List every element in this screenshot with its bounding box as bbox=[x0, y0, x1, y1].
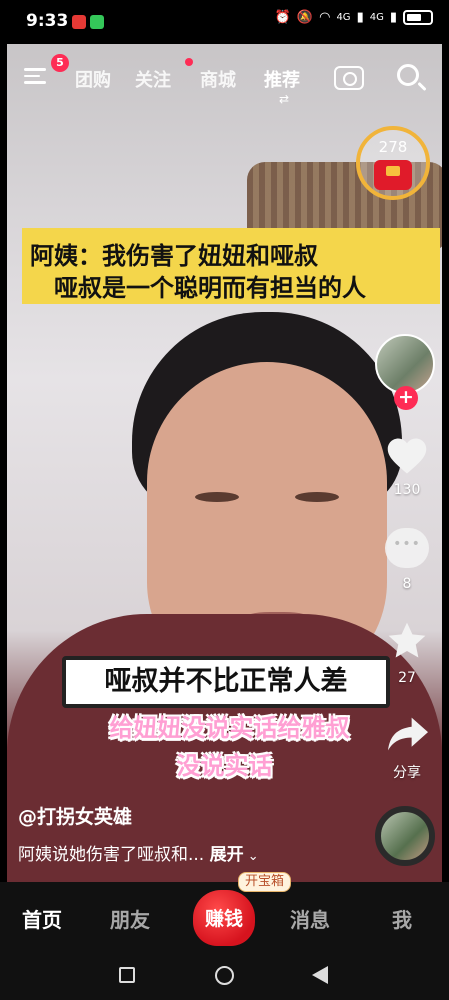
wechat-notification-icon bbox=[90, 15, 104, 29]
share-icon[interactable] bbox=[386, 714, 430, 754]
coin-widget[interactable]: 278 bbox=[356, 126, 430, 200]
tab-recommend[interactable]: 推荐 bbox=[264, 66, 300, 92]
author-name[interactable]: @打拐女英雄 bbox=[18, 802, 132, 829]
status-bar: 9:33 ⏰ 🔕 ◠ 4G ▮ 4G ▮ bbox=[0, 0, 449, 44]
search-icon[interactable] bbox=[397, 64, 419, 86]
left-eye bbox=[195, 492, 239, 502]
camera-icon[interactable] bbox=[334, 66, 364, 90]
top-nav: 5 团购 关注 商城 推荐 ⇄ bbox=[7, 52, 442, 106]
menu-icon[interactable] bbox=[24, 68, 46, 84]
like-count: 130 bbox=[393, 482, 421, 498]
description-text: 阿姨说她伤害了哑叔和... bbox=[18, 845, 205, 865]
signal-icon: ▮ bbox=[356, 10, 364, 25]
favorite-icon[interactable] bbox=[386, 620, 428, 662]
tab-friends[interactable]: 朋友 bbox=[110, 904, 150, 933]
right-eye bbox=[295, 492, 339, 502]
bottom-tab-bar: 首页 朋友 赚钱 开宝箱 消息 我 bbox=[0, 872, 449, 950]
coin-count: 278 bbox=[378, 138, 408, 156]
status-icons: ⏰ 🔕 ◠ 4G ▮ 4G ▮ bbox=[275, 10, 433, 25]
signal-label-2: 4G bbox=[369, 12, 384, 23]
swap-icon: ⇄ bbox=[279, 92, 290, 106]
video-description[interactable]: 阿姨说她伤害了哑叔和... 展开 ⌄ bbox=[18, 840, 259, 865]
system-nav-bar bbox=[0, 950, 449, 1000]
expand-button[interactable]: 展开 bbox=[210, 845, 244, 865]
tab-home[interactable]: 首页 bbox=[22, 904, 62, 933]
status-time: 9:33 bbox=[26, 11, 69, 31]
author-avatar[interactable] bbox=[375, 334, 435, 394]
caption-top-line2: 哑叔是一个聪明而有担当的人 bbox=[54, 274, 366, 302]
menu-badge: 5 bbox=[51, 54, 69, 72]
signal-icon: ▮ bbox=[389, 10, 397, 25]
caption-top: 阿姨：我伤害了妞妞和哑叔 哑叔是一个聪明而有担当的人 bbox=[22, 228, 440, 304]
tab-group-buy[interactable]: 团购 bbox=[75, 66, 111, 92]
notification-app-icon bbox=[72, 15, 86, 29]
tab-messages[interactable]: 消息 bbox=[290, 904, 330, 933]
caption-pink-line1: 给妞妞没说实话给雅叔 bbox=[109, 714, 350, 742]
comment-icon[interactable] bbox=[385, 528, 429, 568]
like-icon[interactable] bbox=[386, 436, 428, 476]
comment-count: 8 bbox=[402, 576, 412, 592]
treasure-badge[interactable]: 开宝箱 bbox=[238, 872, 292, 892]
share-label: 分享 bbox=[393, 765, 421, 781]
tab-me[interactable]: 我 bbox=[392, 904, 412, 933]
favorite-count: 27 bbox=[398, 670, 416, 686]
wifi-icon: ◠ bbox=[319, 10, 331, 25]
battery-icon bbox=[403, 10, 433, 25]
tab-following[interactable]: 关注 bbox=[135, 66, 171, 92]
red-packet-icon bbox=[374, 160, 412, 190]
signal-label-1: 4G bbox=[336, 12, 351, 23]
caption-top-line1: 阿姨：我伤害了妞妞和哑叔 bbox=[30, 242, 318, 270]
following-dot bbox=[185, 58, 193, 66]
back-icon[interactable] bbox=[312, 966, 328, 984]
chevron-down-icon: ⌄ bbox=[243, 849, 259, 864]
mute-icon: 🔕 bbox=[296, 10, 314, 25]
recents-icon[interactable] bbox=[119, 967, 135, 983]
follow-button[interactable]: + bbox=[394, 386, 418, 410]
home-icon[interactable] bbox=[215, 966, 234, 985]
tab-earn[interactable]: 赚钱 bbox=[193, 904, 255, 931]
tab-mall[interactable]: 商城 bbox=[200, 66, 236, 92]
caption-middle: 哑叔并不比正常人差 bbox=[62, 656, 390, 708]
alarm-icon: ⏰ bbox=[274, 10, 291, 25]
music-disc[interactable] bbox=[375, 806, 435, 866]
